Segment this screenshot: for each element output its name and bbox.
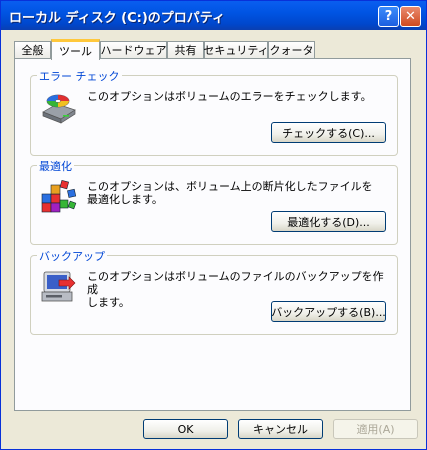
backup-icon <box>41 268 77 304</box>
tools-tab-panel: エラー チェック このオプションはボリュームのエラーをチェックします。 チェック… <box>14 58 411 411</box>
tab-sharing[interactable]: 共有 <box>167 41 204 58</box>
defrag-description: このオプションは、ボリューム上の断片化したファイルを 最適化します。 <box>87 180 373 206</box>
defrag-label: 最適化 <box>37 158 74 174</box>
close-button[interactable]: ✕ <box>400 6 421 27</box>
apply-button[interactable]: 適用(A) <box>333 419 418 439</box>
close-icon: ✕ <box>405 9 416 24</box>
dialog-client: 全般 ツール ハードウェア 共有 セキュリティ クォータ エラー チェック この… <box>4 30 423 447</box>
error-check-description: このオプションはボリュームのエラーをチェックします。 <box>87 90 372 103</box>
defrag-icon <box>41 178 77 214</box>
defrag-group: 最適化 このオプションは、ボリューム上の断片化したファイルを 最適化します。 最… <box>30 158 398 245</box>
disk-check-icon <box>41 90 77 126</box>
tab-quota[interactable]: クォータ <box>268 41 315 58</box>
defragment-now-button[interactable]: 最適化する(D)... <box>271 211 386 232</box>
backup-now-button[interactable]: バックアップする(B)... <box>271 301 386 322</box>
help-icon: ? <box>384 9 393 24</box>
tab-hardware[interactable]: ハードウェア <box>100 41 167 58</box>
tab-security[interactable]: セキュリティ <box>203 41 269 58</box>
cancel-button[interactable]: キャンセル <box>238 419 323 439</box>
error-check-group: エラー チェック このオプションはボリュームのエラーをチェックします。 チェック… <box>30 68 398 156</box>
check-now-button[interactable]: チェックする(C)... <box>271 122 386 143</box>
window-title: ローカル ディスク (C:)のプロパティ <box>9 11 225 26</box>
properties-dialog: ローカル ディスク (C:)のプロパティ ? ✕ 全般 ツール ハードウェア 共… <box>0 0 427 450</box>
ok-button[interactable]: OK <box>143 419 228 439</box>
tab-tools[interactable]: ツール <box>51 39 100 60</box>
backup-label: バックアップ <box>37 248 107 264</box>
error-check-label: エラー チェック <box>37 68 122 84</box>
tab-general[interactable]: 全般 <box>14 41 51 58</box>
backup-group: バックアップ このオプションはボリュームのファイルのバックアップを作成 します。… <box>30 248 398 335</box>
title-bar[interactable]: ローカル ディスク (C:)のプロパティ ? ✕ <box>1 1 426 30</box>
help-button[interactable]: ? <box>378 6 399 27</box>
